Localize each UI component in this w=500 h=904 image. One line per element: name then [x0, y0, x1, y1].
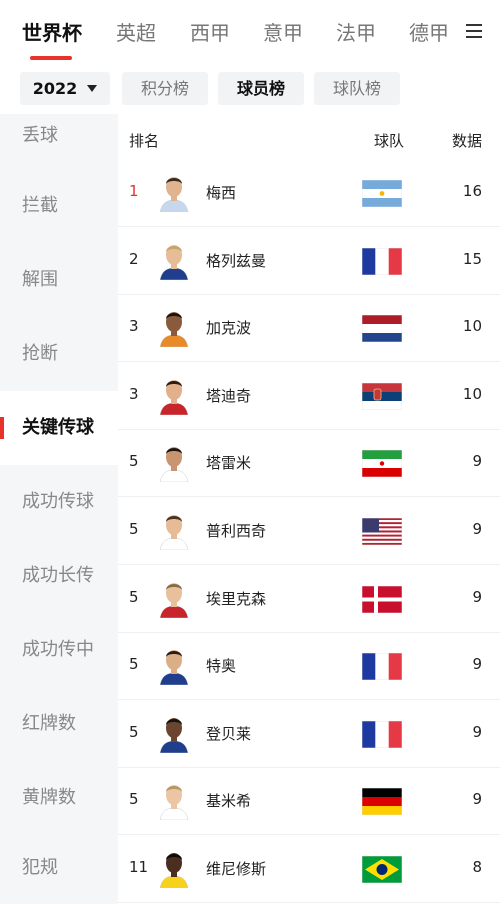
player-avatar: [158, 645, 190, 686]
player-rank: 1: [129, 182, 139, 200]
player-stat-value: 16: [462, 182, 482, 200]
player-stat-value: 9: [472, 722, 482, 741]
tab-la-liga[interactable]: 西甲: [190, 20, 230, 46]
player-rank: 3: [129, 384, 139, 403]
netherlands-flag-icon: [362, 315, 402, 343]
tab-serie-a[interactable]: 意甲: [263, 20, 303, 46]
tab-player-ranking[interactable]: 球员榜: [218, 72, 304, 105]
player-avatar: [158, 172, 190, 212]
sidebar-item-successful-passes[interactable]: 成功传球: [0, 465, 118, 539]
sidebar-item-interceptions[interactable]: 拦截: [0, 169, 118, 243]
player-avatar: [158, 240, 190, 280]
table-row[interactable]: 11 维尼修斯 8: [118, 836, 500, 903]
player-name[interactable]: 加克波: [206, 317, 251, 338]
player-avatar: [158, 375, 190, 415]
player-rank: 5: [129, 722, 139, 741]
player-name[interactable]: 维尼修斯: [206, 858, 266, 879]
sidebar-item-key-passes[interactable]: 关键传球: [0, 391, 118, 465]
player-avatar: [158, 578, 190, 618]
chevron-down-icon: [87, 85, 98, 92]
table-header: 排名 球队 数据: [118, 114, 500, 164]
player-name[interactable]: 登贝莱: [206, 723, 251, 744]
player-name[interactable]: 梅西: [206, 182, 236, 203]
sidebar-item-successful-crosses[interactable]: 成功传中: [0, 613, 118, 687]
player-name[interactable]: 特奥: [206, 655, 236, 676]
player-rank: 11: [129, 858, 149, 876]
denmark-flag-icon: [362, 585, 402, 613]
menu-icon[interactable]: [466, 24, 484, 40]
stat-category-sidebar: 丢球 拦截 解围 抢断 关键传球 成功传球 成功长传 成功传中 红牌数 黄牌数 …: [0, 114, 118, 904]
table-row[interactable]: 3 塔迪奇 10: [118, 363, 500, 430]
player-rank: 5: [129, 452, 139, 471]
player-stat-value: 8: [472, 858, 482, 876]
tab-bundesliga[interactable]: 德甲: [409, 20, 449, 46]
table-row[interactable]: 3 加克波 10: [118, 295, 500, 363]
table-row[interactable]: 5 特奥 9: [118, 633, 500, 701]
player-name[interactable]: 普利西奇: [206, 520, 266, 541]
player-stat-value: 9: [472, 655, 482, 674]
league-tabs: 世界杯 英超 西甲 意甲 法甲 德甲: [0, 0, 500, 64]
sidebar-item-clearances[interactable]: 解围: [0, 243, 118, 317]
header-rank: 排名: [129, 132, 160, 150]
player-name[interactable]: 塔迪奇: [206, 385, 251, 406]
player-rank: 2: [129, 249, 139, 268]
player-ranking-table: 排名 球队 数据 1 梅西 16 2 格列兹曼 15 3 加克波 10 3 塔迪奇 10 5 塔雷米 9 5 普…: [118, 114, 500, 904]
player-rank: 3: [129, 317, 139, 336]
player-stat-value: 9: [472, 587, 482, 606]
player-name[interactable]: 基米希: [206, 790, 251, 811]
sidebar-item-goals-conceded[interactable]: 丢球: [0, 99, 118, 173]
player-avatar: [158, 442, 190, 483]
sidebar-item-yellow-cards[interactable]: 黄牌数: [0, 761, 118, 835]
tab-premier-league[interactable]: 英超: [116, 20, 156, 46]
table-row[interactable]: 2 格列兹曼 15: [118, 228, 500, 295]
player-avatar: [158, 848, 190, 888]
usa-flag-icon: [362, 518, 402, 545]
player-rank: 5: [129, 790, 139, 809]
brazil-flag-icon: [362, 856, 402, 883]
france-flag-icon: [362, 720, 402, 748]
germany-flag-icon: [362, 788, 402, 816]
tab-world-cup[interactable]: 世界杯: [22, 20, 82, 46]
player-name[interactable]: 塔雷米: [206, 452, 251, 473]
sidebar-item-tackles[interactable]: 抢断: [0, 317, 118, 391]
argentina-flag-icon: [362, 180, 402, 207]
table-row[interactable]: 5 普利西奇 9: [118, 498, 500, 565]
serbia-flag-icon: [362, 382, 402, 410]
table-row[interactable]: 5 登贝莱 9: [118, 701, 500, 768]
header-value: 数据: [452, 132, 483, 150]
france-flag-icon: [362, 247, 402, 275]
player-avatar: [158, 510, 190, 550]
player-rank: 5: [129, 520, 139, 538]
season-value: 2022: [32, 79, 78, 98]
player-avatar: [158, 713, 190, 753]
table-row[interactable]: 5 基米希 9: [118, 768, 500, 836]
header-team: 球队: [374, 132, 405, 150]
player-stat-value: 9: [472, 790, 482, 809]
sidebar-item-successful-long-passes[interactable]: 成功长传: [0, 539, 118, 613]
player-stat-value: 10: [462, 317, 482, 336]
player-stat-value: 9: [472, 452, 482, 471]
player-rank: 5: [129, 587, 139, 606]
player-stat-value: 9: [472, 520, 482, 538]
player-avatar: [158, 780, 190, 821]
tab-team-ranking[interactable]: 球队榜: [314, 72, 400, 105]
player-stat-value: 15: [462, 249, 482, 268]
table-row[interactable]: 5 埃里克森 9: [118, 566, 500, 633]
tab-ligue-1[interactable]: 法甲: [336, 20, 376, 46]
player-name[interactable]: 埃里克森: [206, 588, 266, 609]
table-row[interactable]: 1 梅西 16: [118, 160, 500, 227]
table-row[interactable]: 5 塔雷米 9: [118, 430, 500, 498]
tab-standings[interactable]: 积分榜: [122, 72, 208, 105]
player-rank: 5: [129, 655, 139, 674]
active-tab-indicator: [30, 56, 72, 60]
player-name[interactable]: 格列兹曼: [206, 250, 266, 271]
france-flag-icon: [362, 653, 402, 681]
sidebar-item-red-cards[interactable]: 红牌数: [0, 687, 118, 761]
player-stat-value: 10: [462, 384, 482, 403]
sidebar-item-fouls[interactable]: 犯规: [0, 831, 118, 904]
player-avatar: [158, 307, 190, 348]
iran-flag-icon: [362, 450, 402, 478]
